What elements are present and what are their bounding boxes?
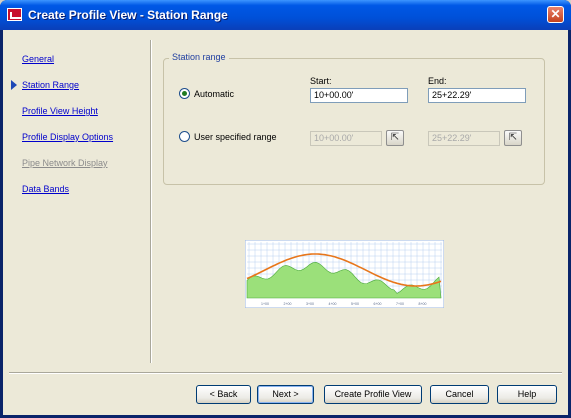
pick-start-button: ⇱ bbox=[386, 130, 404, 146]
window-title: Create Profile View - Station Range bbox=[28, 8, 228, 22]
dialog-body: General Station Range Profile View Heigh… bbox=[3, 30, 568, 415]
end-label: End: bbox=[428, 76, 447, 86]
app-icon bbox=[7, 8, 22, 21]
user-end-field: 25+22.29' bbox=[428, 131, 500, 146]
close-button[interactable]: ✕ bbox=[547, 6, 564, 23]
dialog-window: Create Profile View - Station Range ✕ Ge… bbox=[0, 0, 571, 418]
title-bar[interactable]: Create Profile View - Station Range ✕ bbox=[0, 0, 571, 30]
pick-in-drawing-icon: ⇱ bbox=[390, 132, 400, 143]
automatic-start-field[interactable]: 10+00.00' bbox=[310, 88, 408, 103]
preview-tick-label: 3+00 bbox=[306, 302, 314, 306]
close-icon: ✕ bbox=[550, 7, 561, 21]
preview-tick-label: 8+00 bbox=[419, 302, 427, 306]
button-divider bbox=[9, 372, 562, 374]
start-label: Start: bbox=[310, 76, 332, 86]
automatic-radio[interactable] bbox=[179, 88, 190, 99]
help-button[interactable]: Help bbox=[497, 385, 557, 404]
nav-item-data-bands[interactable]: Data Bands bbox=[22, 184, 69, 194]
pick-end-button: ⇱ bbox=[504, 130, 522, 146]
nav-item-pipe-network-display: Pipe Network Display bbox=[22, 158, 108, 168]
automatic-end-field[interactable]: 25+22.29' bbox=[428, 88, 526, 103]
preview-tick-label: 7+00 bbox=[396, 302, 404, 306]
station-range-legend: Station range bbox=[169, 52, 229, 62]
nav-item-profile-view-height[interactable]: Profile View Height bbox=[22, 106, 98, 116]
wizard-nav: General Station Range Profile View Heigh… bbox=[3, 30, 150, 365]
preview-tick-label: 6+00 bbox=[374, 302, 382, 306]
cancel-button[interactable]: Cancel bbox=[430, 385, 489, 404]
preview-tick-label: 5+00 bbox=[351, 302, 359, 306]
create-profile-view-button[interactable]: Create Profile View bbox=[324, 385, 422, 404]
preview-tick-label: 1+00 bbox=[261, 302, 269, 306]
user-start-field: 10+00.00' bbox=[310, 131, 382, 146]
user-specified-radio[interactable] bbox=[179, 131, 190, 142]
current-page-arrow-icon bbox=[11, 80, 17, 90]
user-specified-label[interactable]: User specified range bbox=[194, 132, 277, 142]
next-button[interactable]: Next > bbox=[257, 385, 314, 404]
station-range-group bbox=[163, 58, 545, 185]
automatic-label[interactable]: Automatic bbox=[194, 89, 234, 99]
pick-in-drawing-icon: ⇱ bbox=[508, 132, 518, 143]
nav-item-station-range[interactable]: Station Range bbox=[22, 80, 79, 90]
profile-preview-image: 1+00 2+00 3+00 4+00 5+00 6+00 7+00 8+00 bbox=[245, 240, 444, 308]
nav-item-general[interactable]: General bbox=[22, 54, 54, 64]
preview-tick-label: 4+00 bbox=[329, 302, 337, 306]
preview-tick-label: 2+00 bbox=[284, 302, 292, 306]
back-button[interactable]: < Back bbox=[196, 385, 251, 404]
vertical-divider bbox=[150, 40, 152, 363]
nav-item-profile-display-options[interactable]: Profile Display Options bbox=[22, 132, 113, 142]
